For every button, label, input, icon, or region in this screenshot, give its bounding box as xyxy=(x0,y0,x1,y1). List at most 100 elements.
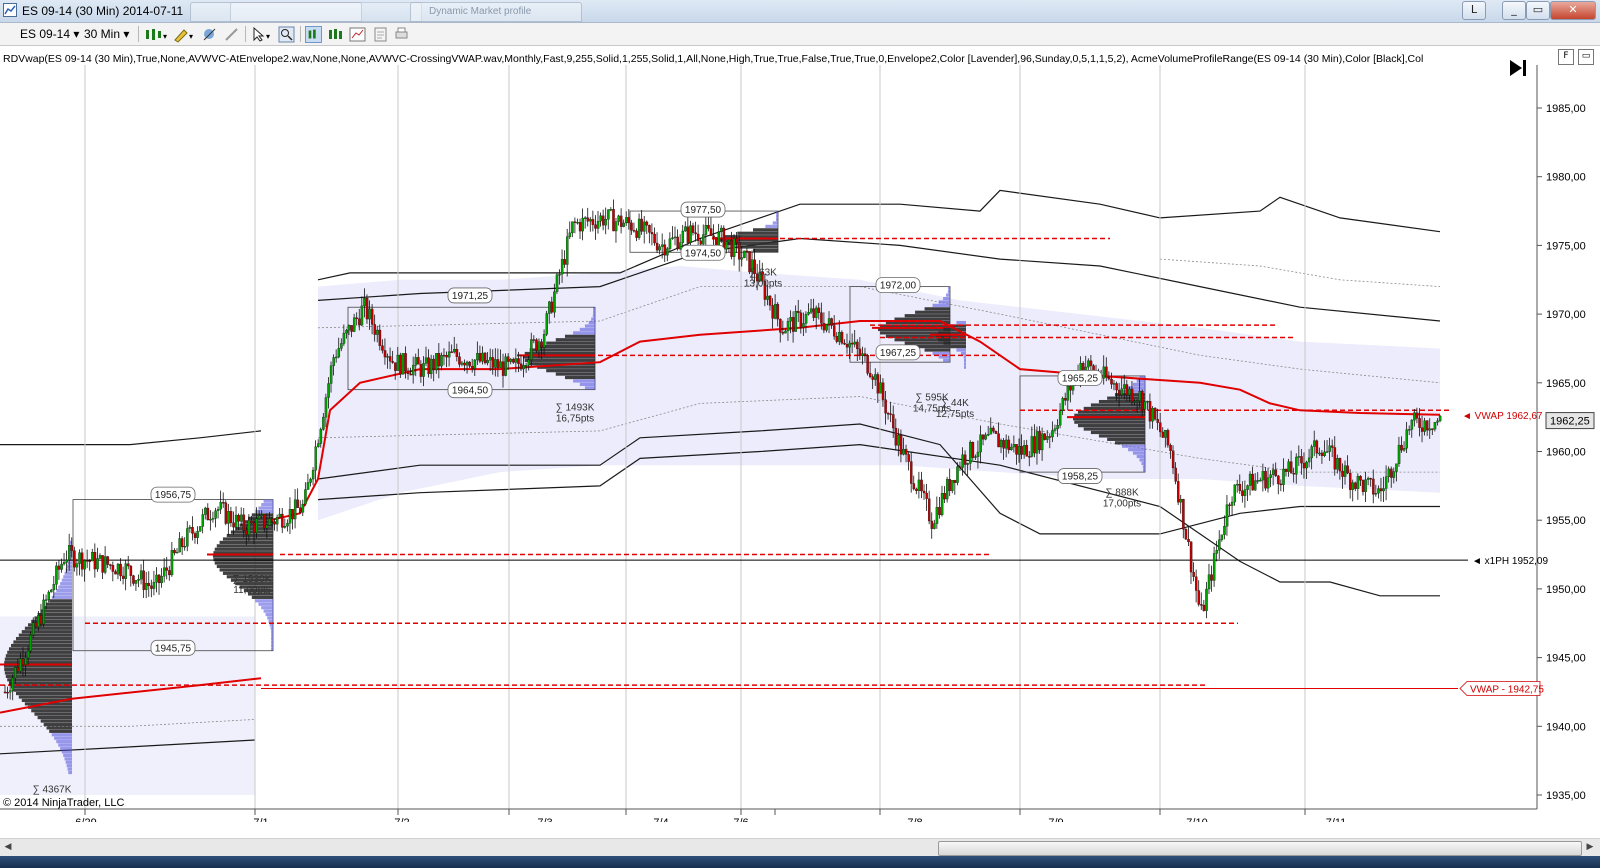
chart-app-icon xyxy=(3,3,17,17)
indicators-icon[interactable] xyxy=(327,26,344,43)
candle xyxy=(930,512,934,539)
candle-bull xyxy=(214,510,217,519)
price-chart[interactable]: 1956,75 1945,75 1971,25 1964,50 1977,50 1974,… xyxy=(0,46,1600,822)
candle-bull xyxy=(548,301,551,314)
date-tick-label: 7/11 xyxy=(1326,817,1347,822)
candle xyxy=(840,330,844,345)
candle xyxy=(145,572,148,599)
candle xyxy=(401,353,405,375)
candle-bull xyxy=(376,329,379,335)
candle-bull xyxy=(576,222,579,224)
profile-bar xyxy=(13,688,73,692)
scroll-left-arrow[interactable]: ◀ xyxy=(2,841,14,854)
candle-bear xyxy=(491,357,495,368)
candle-bull xyxy=(124,563,128,579)
candle-bear xyxy=(1043,433,1047,440)
profile-bar xyxy=(271,640,273,644)
candle-bull xyxy=(163,567,166,577)
candle-bear xyxy=(222,502,225,504)
candle-bull xyxy=(1336,458,1339,470)
candle-bull xyxy=(1254,480,1257,491)
candle-bull xyxy=(155,574,158,583)
profile-bar xyxy=(222,537,273,541)
candle xyxy=(483,352,487,365)
candle-bull xyxy=(1328,445,1331,452)
scroll-thumb[interactable] xyxy=(938,841,1582,856)
volume-sum-label: ∑ 44K xyxy=(941,398,969,409)
properties-icon[interactable] xyxy=(372,26,389,43)
drawing-tool-icon[interactable] xyxy=(201,26,218,43)
profile-bar xyxy=(271,630,273,634)
profile-bar xyxy=(776,214,778,218)
candle xyxy=(116,562,120,580)
candle-bull xyxy=(103,556,107,573)
candle-bear xyxy=(1320,452,1324,457)
candle xyxy=(150,579,153,598)
candle xyxy=(1220,534,1224,542)
candle-bear xyxy=(250,520,253,524)
layout-button[interactable]: L xyxy=(1462,1,1486,20)
candle xyxy=(668,232,672,252)
candle-bull xyxy=(1395,463,1398,472)
data-box-icon[interactable] xyxy=(305,26,322,43)
profile-bar xyxy=(265,612,273,617)
window-title: ES 09-14 (30 Min) 2014-07-11 xyxy=(22,4,184,18)
candle-bull xyxy=(196,531,199,538)
profile-bar xyxy=(904,341,950,345)
candle-bear xyxy=(709,228,713,236)
profile-price-label: 1956,75 xyxy=(155,490,192,501)
candle-bull xyxy=(555,274,559,292)
cursor-icon[interactable]: ▾ xyxy=(250,26,274,43)
candle xyxy=(1225,495,1229,536)
candle-bull xyxy=(861,353,864,356)
scroll-right-arrow[interactable]: ▶ xyxy=(1584,841,1596,854)
draw-pencil-icon[interactable]: ▾ xyxy=(172,26,196,43)
candle-bull xyxy=(1236,483,1239,486)
candle-bull xyxy=(304,489,307,505)
candle-bull xyxy=(1225,504,1229,527)
profile-bar xyxy=(537,345,595,349)
profile-price-label: 1971,25 xyxy=(452,291,489,302)
candle xyxy=(1153,406,1157,421)
candle-bear xyxy=(907,454,910,462)
instrument-selector[interactable]: ES 09-14 ▾ xyxy=(20,26,79,42)
print-icon[interactable] xyxy=(393,26,410,43)
profile-bar xyxy=(267,616,273,620)
candle-bear xyxy=(1420,427,1424,432)
candle-bear xyxy=(73,550,76,568)
candle-bull xyxy=(999,440,1003,448)
minimize-button[interactable]: _ xyxy=(1502,1,1526,20)
background-window-tab[interactable] xyxy=(230,2,422,22)
skip-to-end-icon[interactable] xyxy=(1507,58,1531,78)
profile-bar xyxy=(555,338,595,342)
candle-bear xyxy=(34,622,38,627)
restore-button[interactable]: ▭ xyxy=(1526,1,1550,20)
candle-bull xyxy=(935,507,939,524)
candle-bull xyxy=(607,209,610,220)
candle-bear xyxy=(365,298,369,320)
candle-bull xyxy=(1215,550,1219,554)
candle-bear xyxy=(840,332,844,344)
interval-selector[interactable]: 30 Min ▾ xyxy=(84,26,129,42)
drawing-tool-2-icon[interactable] xyxy=(223,26,240,43)
zoom-icon[interactable] xyxy=(278,26,295,43)
strategies-icon[interactable] xyxy=(349,26,366,43)
candle-bear xyxy=(1115,383,1118,391)
candle-bull xyxy=(1128,388,1131,396)
close-button[interactable]: ✕ xyxy=(1550,1,1596,20)
candle xyxy=(658,244,661,255)
candle-bull xyxy=(684,226,687,232)
profile-price-label: 1974,50 xyxy=(685,248,722,259)
profile-bar xyxy=(214,547,273,551)
candle-bear xyxy=(881,382,885,400)
bar-type-icon[interactable]: ▾ xyxy=(144,26,168,43)
candle xyxy=(650,223,654,246)
candle-bear xyxy=(370,308,374,325)
candle-bull xyxy=(19,658,22,672)
chart-expand-button[interactable]: ▭ xyxy=(1578,49,1594,65)
profile-price-label: 1967,25 xyxy=(880,348,917,359)
candle-bull xyxy=(509,359,513,362)
horizontal-scrollbar[interactable]: ◀ ▶ xyxy=(0,838,1600,856)
background-window-tab[interactable]: Dynamic Market profile xyxy=(410,2,582,22)
chart-options-button[interactable]: F xyxy=(1558,49,1574,65)
